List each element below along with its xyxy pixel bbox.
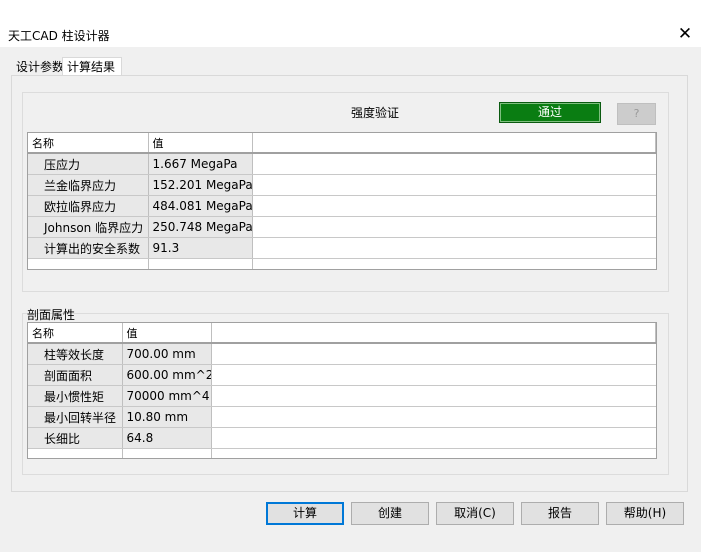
row-value: 250.748 MegaPa [148, 216, 253, 238]
table-row[interactable]: 压应力 1.667 MegaPa [28, 153, 656, 175]
section-header-name[interactable]: 名称 [28, 323, 123, 344]
results-grid[interactable]: 名称 值 压应力 1.667 MegaPa 兰金临界应力 152.201 MegaPa… [27, 132, 657, 270]
row-name: Johnson 临界应力 [28, 216, 149, 238]
empty-cell [252, 258, 656, 269]
table-row[interactable]: 最小回转半径 10.80 mm [28, 406, 656, 428]
table-row-empty[interactable] [28, 448, 656, 458]
row-name: 欧拉临界应力 [28, 195, 149, 217]
create-button[interactable]: 创建 [351, 502, 429, 525]
row-empty [252, 237, 656, 259]
row-value: 1.667 MegaPa [148, 153, 253, 175]
row-name: 最小惯性矩 [28, 385, 123, 407]
report-button[interactable]: 报告 [521, 502, 599, 525]
empty-cell [148, 258, 253, 269]
row-name: 最小回转半径 [28, 406, 123, 428]
row-value: 152.201 MegaPa [148, 174, 253, 196]
window-title: 天工CAD 柱设计器 [8, 29, 110, 43]
row-value: 10.80 mm [122, 406, 212, 428]
row-empty [211, 364, 656, 386]
results-header-empty [252, 133, 656, 154]
table-row[interactable]: 柱等效长度 700.00 mm [28, 343, 656, 365]
row-empty [252, 216, 656, 238]
row-empty [252, 174, 656, 196]
row-empty [252, 153, 656, 175]
strength-help-button[interactable]: ? [617, 103, 656, 125]
row-value: 484.081 MegaPa [148, 195, 253, 217]
strength-status-button[interactable]: 通过 [499, 102, 601, 123]
row-empty [252, 195, 656, 217]
row-value: 600.00 mm^2 [122, 364, 212, 386]
strength-label: 强度验证 [351, 106, 400, 120]
table-row[interactable]: 计算出的安全系数 91.3 [28, 237, 656, 259]
section-label: 剖面属性 [27, 308, 76, 322]
tab-calc-results[interactable]: 计算结果 [62, 57, 122, 76]
row-value: 91.3 [148, 237, 253, 259]
row-empty [211, 406, 656, 428]
row-name: 剖面面积 [28, 364, 123, 386]
table-row[interactable]: 最小惯性矩 70000 mm^4 [28, 385, 656, 407]
section-grid[interactable]: 名称 值 柱等效长度 700.00 mm 剖面面积 600.00 mm^2 最小惯性矩 7… [27, 322, 657, 459]
row-name: 压应力 [28, 153, 149, 175]
table-row[interactable]: Johnson 临界应力 250.748 MegaPa [28, 216, 656, 238]
empty-cell [122, 448, 212, 458]
help-button[interactable]: 帮助(H) [606, 502, 684, 525]
table-row[interactable]: 欧拉临界应力 484.081 MegaPa [28, 195, 656, 217]
row-name: 计算出的安全系数 [28, 237, 149, 259]
row-empty [211, 343, 656, 365]
table-row[interactable]: 剖面面积 600.00 mm^2 [28, 364, 656, 386]
empty-cell [211, 448, 656, 458]
cancel-button[interactable]: 取消(C) [436, 502, 514, 525]
results-header-name[interactable]: 名称 [28, 133, 149, 154]
table-row[interactable]: 长细比 64.8 [28, 427, 656, 449]
table-row-empty[interactable] [28, 258, 656, 269]
row-empty [211, 427, 656, 449]
row-value: 700.00 mm [122, 343, 212, 365]
results-header-value[interactable]: 值 [148, 133, 253, 154]
row-name: 兰金临界应力 [28, 174, 149, 196]
section-header-value[interactable]: 值 [122, 323, 212, 344]
empty-cell [28, 448, 123, 458]
close-icon[interactable]: ✕ [676, 24, 694, 44]
row-name: 长细比 [28, 427, 123, 449]
empty-cell [28, 258, 149, 269]
row-name: 柱等效长度 [28, 343, 123, 365]
row-empty [211, 385, 656, 407]
calculate-button[interactable]: 计算 [266, 502, 344, 525]
section-header-empty [211, 323, 656, 344]
table-row[interactable]: 兰金临界应力 152.201 MegaPa [28, 174, 656, 196]
row-value: 70000 mm^4 [122, 385, 212, 407]
row-value: 64.8 [122, 427, 212, 449]
